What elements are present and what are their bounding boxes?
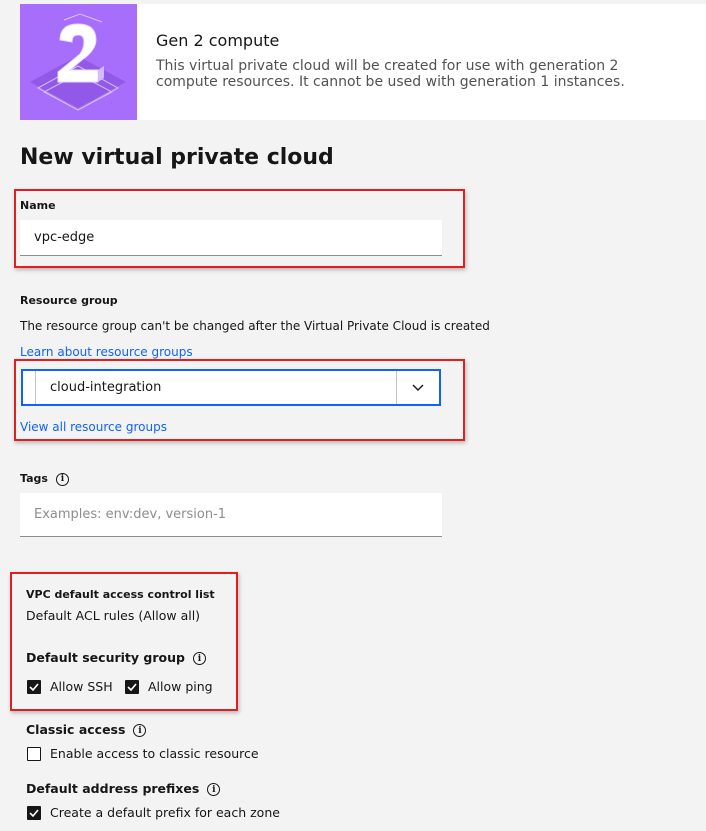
address-prefixes-option-label: Create a default prefix for each zone (50, 805, 280, 820)
page-title: New virtual private cloud (20, 145, 334, 170)
learn-resource-groups-link[interactable]: Learn about resource groups (20, 345, 193, 359)
classic-access-checkbox-row[interactable]: Enable access to classic resource (27, 746, 259, 761)
allow-ssh-label: Allow SSH (50, 679, 113, 694)
info-icon[interactable]: i (192, 652, 206, 665)
allow-ping-checkbox-row[interactable]: Allow ping (125, 679, 213, 694)
gen2-illustration (20, 4, 137, 120)
name-label: Name (20, 199, 56, 212)
resource-group-helper: The resource group can't be changed afte… (20, 319, 490, 333)
classic-access-checkbox[interactable] (27, 746, 41, 761)
security-group-label: Default security group i (26, 650, 206, 665)
acl-label: VPC default access control list (26, 588, 215, 601)
address-prefixes-label: Default address prefixes i (26, 781, 221, 796)
allow-ping-checkbox[interactable] (125, 679, 139, 694)
classic-access-label: Classic access i (26, 722, 147, 737)
info-icon[interactable]: i (207, 783, 221, 796)
classic-access-option-label: Enable access to classic resource (50, 746, 259, 761)
allow-ssh-checkbox-row[interactable]: Allow SSH (27, 679, 113, 694)
tags-label: Tags i (20, 472, 69, 486)
info-icon[interactable]: i (133, 724, 147, 737)
address-prefixes-checkbox-row[interactable]: Create a default prefix for each zone (27, 805, 280, 820)
chevron-down-icon[interactable] (397, 371, 439, 404)
acl-value: Default ACL rules (Allow all) (26, 608, 201, 623)
address-prefixes-checkbox[interactable] (27, 805, 41, 820)
allow-ping-label: Allow ping (148, 679, 213, 694)
address-prefixes-label-text: Default address prefixes (26, 781, 200, 796)
gen2-banner: Gen 2 compute This virtual private cloud… (20, 4, 706, 120)
resource-group-select[interactable]: cloud-integration (21, 369, 441, 406)
name-field[interactable]: vpc-edge (20, 220, 442, 256)
classic-access-label-text: Classic access (26, 722, 126, 737)
view-all-resource-groups-link[interactable]: View all resource groups (20, 420, 167, 434)
allow-ssh-checkbox[interactable] (27, 679, 41, 694)
security-group-label-text: Default security group (26, 650, 185, 665)
tags-label-text: Tags (20, 472, 48, 485)
tags-field[interactable] (20, 493, 442, 537)
banner-title: Gen 2 compute (156, 31, 280, 50)
resource-group-selected: cloud-integration (35, 371, 396, 404)
tags-input[interactable] (34, 507, 442, 522)
resource-group-label: Resource group (20, 294, 118, 307)
info-icon[interactable]: i (55, 472, 69, 486)
name-value: vpc-edge (34, 230, 95, 245)
banner-description: This virtual private cloud will be creat… (156, 58, 625, 90)
